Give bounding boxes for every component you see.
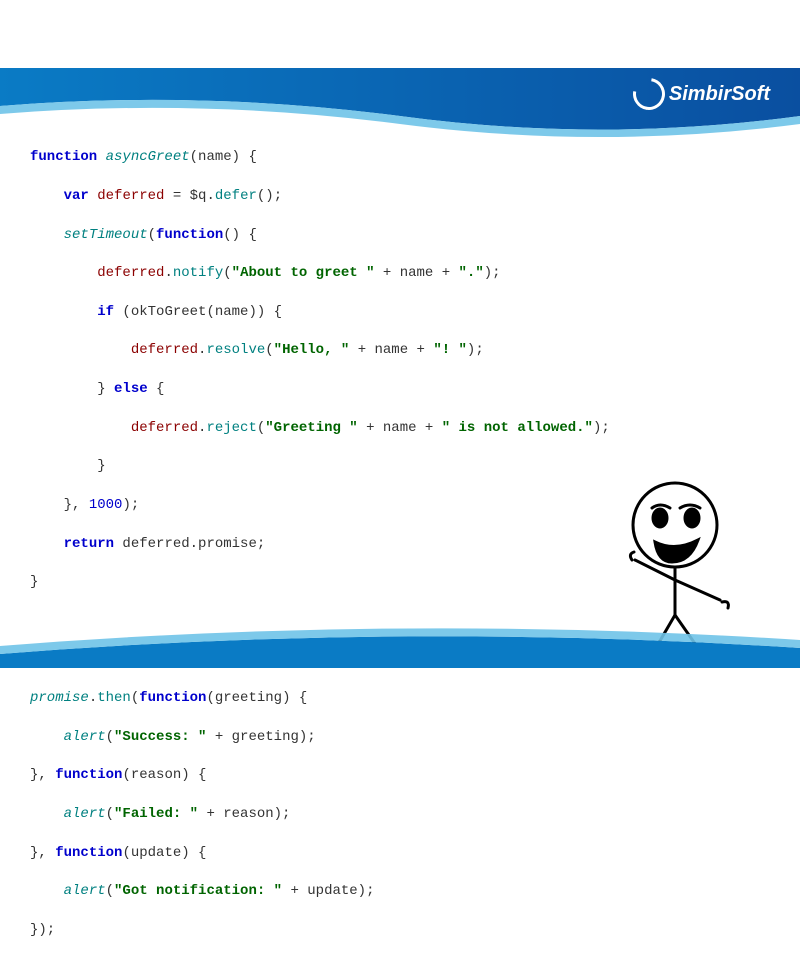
code-line: }); — [30, 921, 770, 940]
code-line: alert("Success: " + greeting); — [30, 728, 770, 747]
code-line: deferred.resolve("Hello, " + name + "! "… — [30, 341, 770, 360]
logo-arc-icon — [627, 72, 672, 117]
meme-face-icon — [580, 470, 750, 660]
code-line: deferred.reject("Greeting " + name + " i… — [30, 419, 770, 438]
code-line: deferred.notify("About to greet " + name… — [30, 264, 770, 283]
logo: SimbirSoft — [633, 78, 770, 110]
code-line: var deferred = $q.defer(); — [30, 187, 770, 206]
code-line: setTimeout(function() { — [30, 226, 770, 245]
code-line: promise.then(function(greeting) { — [30, 689, 770, 708]
code-line: alert("Got notification: " + update); — [30, 882, 770, 901]
code-line: if (okToGreet(name)) { — [30, 303, 770, 322]
code-line: }, function(update) { — [30, 844, 770, 863]
code-line: alert("Failed: " + reason); — [30, 805, 770, 824]
code-line: } else { — [30, 380, 770, 399]
logo-text: SimbirSoft — [669, 83, 770, 106]
code-line: function asyncGreet(name) { — [30, 148, 770, 167]
code-line: }, function(reason) { — [30, 766, 770, 785]
